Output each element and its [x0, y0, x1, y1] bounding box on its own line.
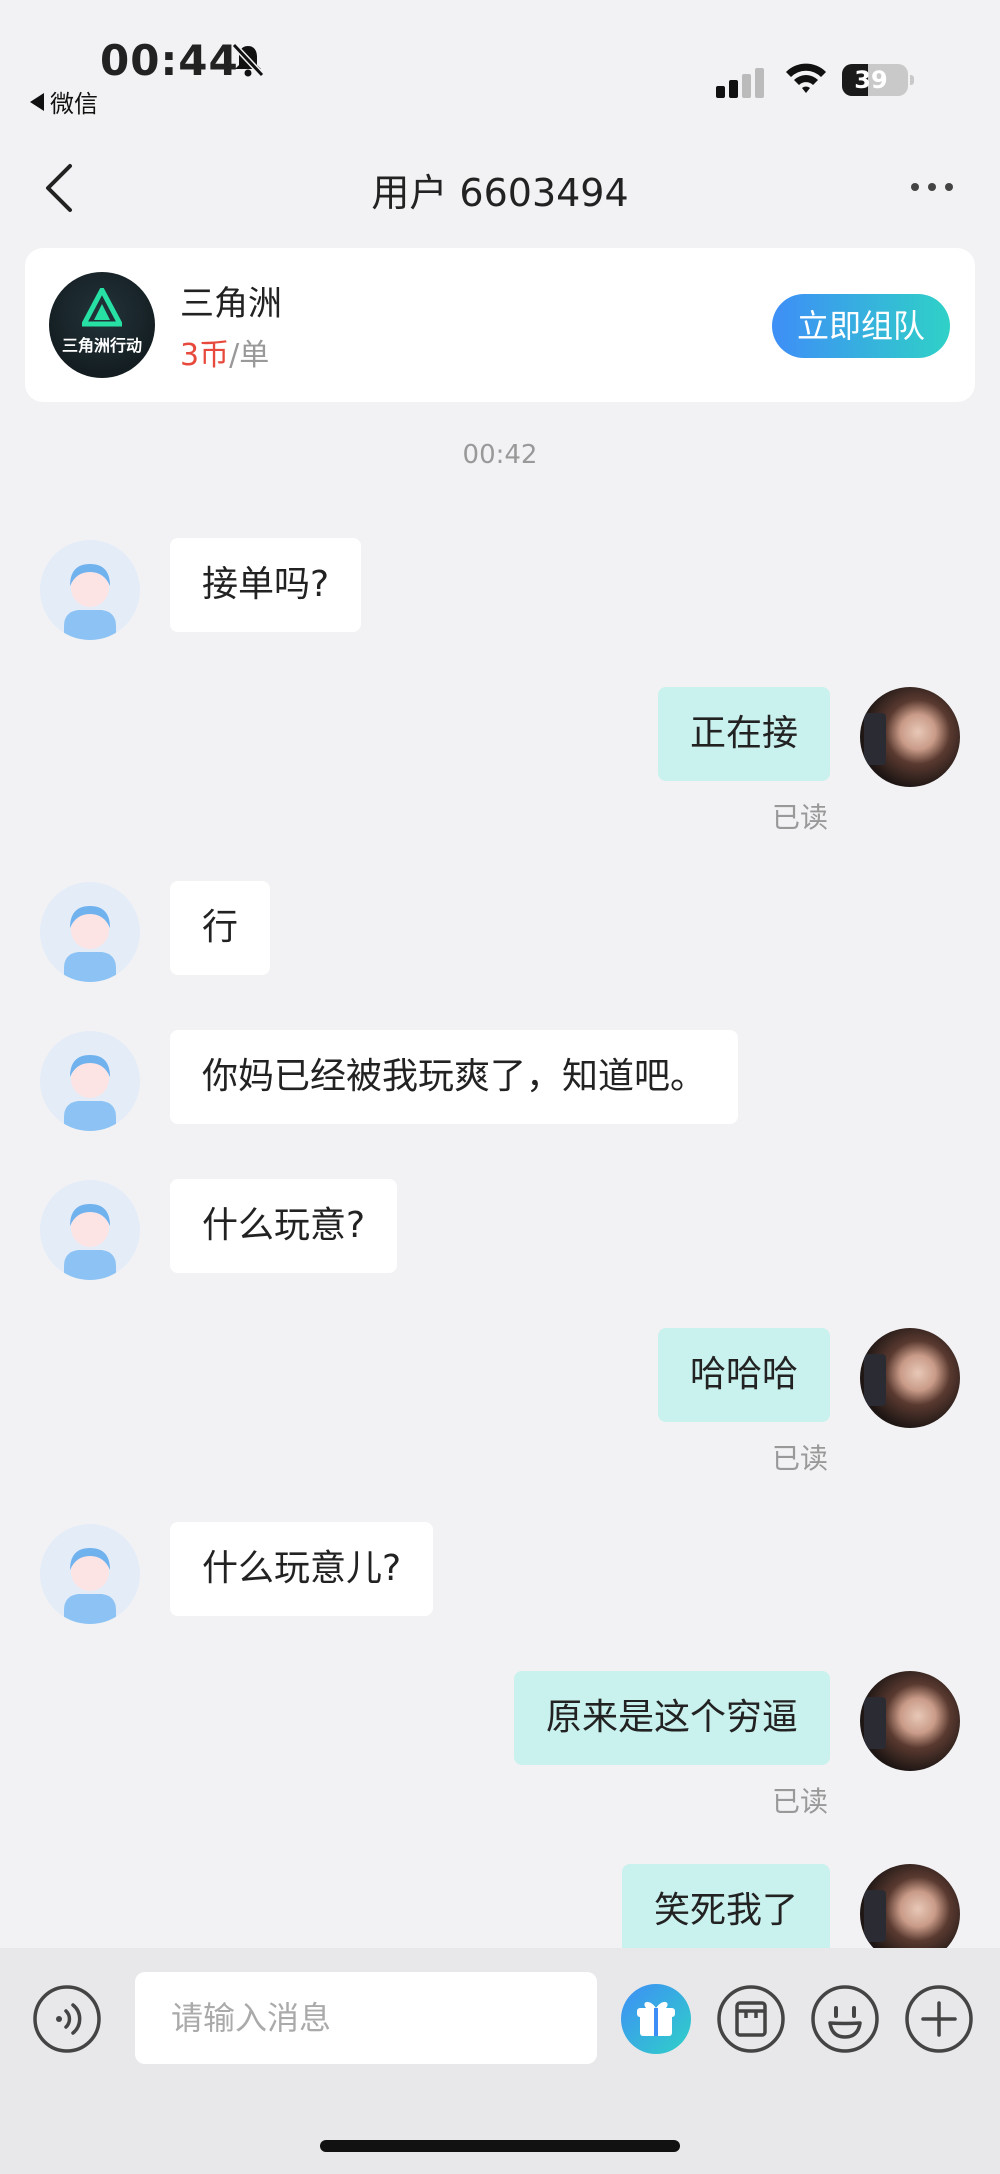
cellular-signal-icon: [716, 68, 764, 98]
game-logo: 三角洲行动: [49, 272, 155, 378]
game-name: 三角洲: [180, 284, 282, 324]
wifi-icon: [786, 63, 826, 93]
default-user-icon: [64, 1548, 116, 1624]
nav-bar: 用户 6603494: [0, 140, 1000, 236]
message-bubble: 什么玩意?: [170, 1179, 398, 1273]
message-bubble: 什么玩意儿?: [170, 1522, 434, 1616]
price-unit: /单: [229, 338, 270, 373]
back-app-label: 微信: [50, 90, 98, 118]
status-bar: 00:44 微信 39: [0, 0, 1000, 140]
page-title: 用户 6603494: [371, 171, 629, 215]
contact-avatar[interactable]: [40, 1031, 140, 1131]
plus-icon[interactable]: [904, 1984, 974, 2054]
more-options-icon[interactable]: [910, 180, 954, 194]
team-up-button[interactable]: 立即组队: [772, 294, 950, 358]
contact-avatar[interactable]: [40, 1524, 140, 1624]
read-receipt: 已读: [772, 1785, 829, 1818]
mute-bell-icon: [231, 42, 265, 78]
message-bubble: 原来是这个穷逼: [513, 1671, 830, 1765]
order-card[interactable]: 三角洲行动 三角洲 3币/单 立即组队: [25, 248, 975, 402]
back-triangle-icon: [30, 92, 44, 111]
my-avatar[interactable]: [860, 687, 960, 787]
message-bubble: 行: [170, 881, 271, 975]
message-bubble: 哈哈哈: [657, 1328, 830, 1422]
back-to-app-link[interactable]: 微信: [30, 84, 98, 119]
message-bubble: 接单吗?: [170, 538, 362, 632]
emoji-icon[interactable]: [810, 1984, 880, 2054]
read-receipt: 已读: [772, 801, 829, 834]
game-price: 3币/单: [180, 330, 269, 374]
contact-avatar[interactable]: [40, 1180, 140, 1280]
contact-avatar[interactable]: [40, 882, 140, 982]
battery-level: 39: [854, 66, 888, 94]
default-user-icon: [64, 564, 116, 640]
back-arrow-icon[interactable]: [40, 162, 80, 214]
message-bubble: 你妈已经被我玩爽了，知道吧。: [170, 1030, 739, 1124]
default-user-icon: [64, 906, 116, 982]
message-bubble: 正在接: [657, 687, 830, 781]
home-indicator: [320, 2140, 680, 2152]
battery-icon: 39: [842, 64, 914, 96]
chat-timestamp: 00:42: [462, 440, 538, 470]
price-value: 3币: [180, 338, 230, 373]
my-avatar[interactable]: [860, 1671, 960, 1771]
default-user-icon: [64, 1055, 116, 1131]
my-avatar[interactable]: [860, 1328, 960, 1428]
contact-avatar[interactable]: [40, 540, 140, 640]
delta-logo-icon: [82, 288, 122, 327]
gift-icon: [637, 2001, 675, 2036]
read-receipt: 已读: [772, 1442, 829, 1475]
message-input[interactable]: [135, 1972, 597, 2064]
message-bubble: 笑死我了: [621, 1864, 830, 1958]
status-time: 00:44: [100, 36, 239, 85]
default-user-icon: [64, 1204, 116, 1280]
game-logo-text: 三角洲行动: [61, 336, 142, 355]
voice-icon[interactable]: [32, 1984, 102, 2054]
album-icon[interactable]: [716, 1984, 786, 2054]
gift-button[interactable]: [621, 1984, 691, 2054]
